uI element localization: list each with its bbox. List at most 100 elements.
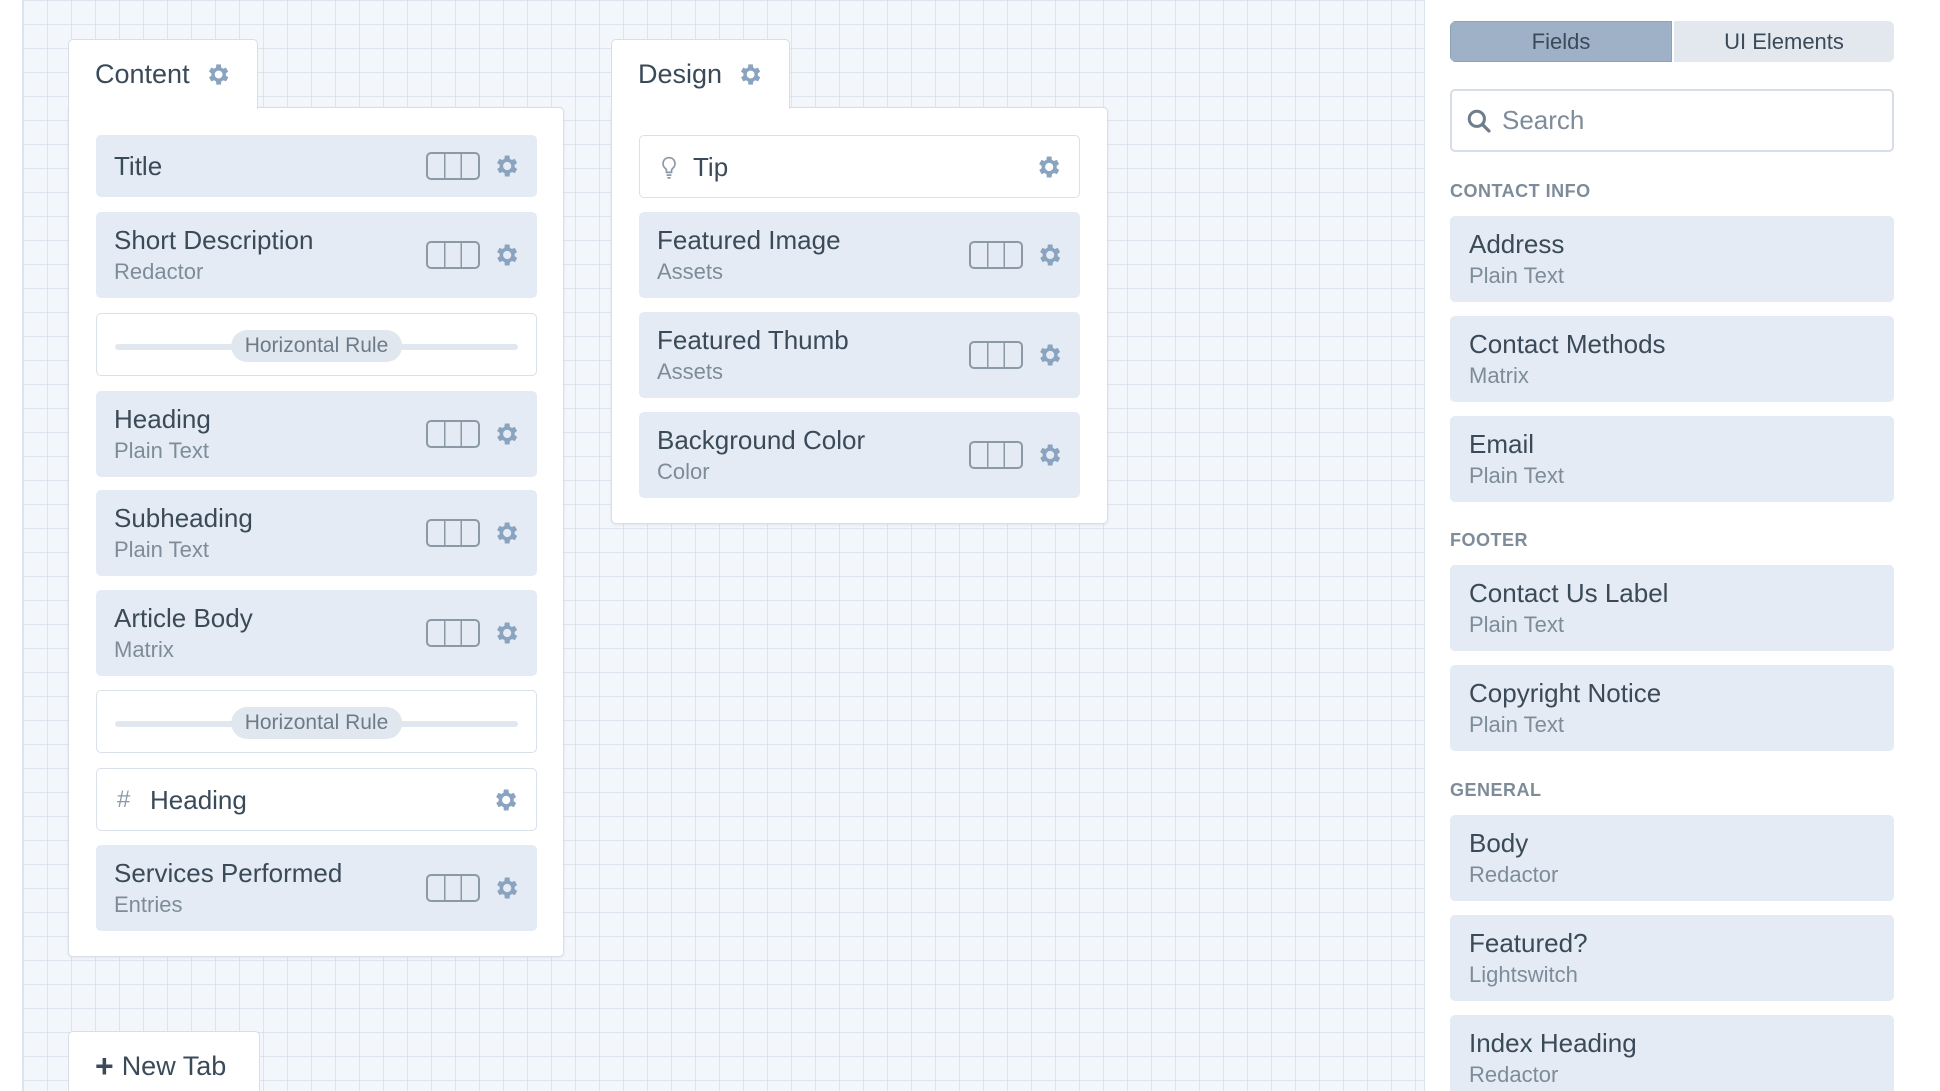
library-field-contact-us-label[interactable]: Contact Us Label Plain Text — [1450, 565, 1894, 651]
field-type: Lightswitch — [1469, 962, 1578, 987]
element-label: Horizontal Rule — [230, 330, 403, 362]
width-toggle[interactable] — [426, 241, 480, 269]
field-name: Title — [114, 151, 163, 181]
library-field-copyright-notice[interactable]: Copyright Notice Plain Text — [1450, 665, 1894, 751]
field-type: Redactor — [1469, 1062, 1559, 1087]
field-name: Featured Thumb — [657, 325, 849, 355]
field-type: Entries — [114, 892, 183, 917]
field-type: Redactor — [1469, 862, 1559, 887]
group-heading-general: GENERAL — [1450, 780, 1542, 800]
width-toggle[interactable] — [969, 441, 1023, 469]
field-name: Article Body — [114, 603, 253, 633]
width-toggle[interactable] — [426, 420, 480, 448]
field-type: Color — [657, 459, 710, 484]
segment-fields[interactable]: Fields — [1450, 21, 1672, 62]
field-type: Redactor — [114, 259, 204, 284]
segment-ui-elements[interactable]: UI Elements — [1672, 21, 1894, 62]
library-field-contact-methods[interactable]: Contact Methods Matrix — [1450, 316, 1894, 402]
field-type: Plain Text — [1469, 463, 1564, 488]
ui-element-heading[interactable]: # Heading — [96, 768, 537, 831]
field-name: Short Description — [114, 225, 314, 255]
library-field-body[interactable]: Body Redactor — [1450, 815, 1894, 901]
width-toggle[interactable] — [426, 619, 480, 647]
field-type: Plain Text — [114, 537, 209, 562]
tab-content[interactable]: Content — [68, 39, 258, 109]
library-field-email[interactable]: Email Plain Text — [1450, 416, 1894, 502]
element-name: Heading — [150, 785, 247, 815]
field-type: Plain Text — [1469, 712, 1564, 737]
tab-name: Content — [95, 59, 190, 89]
field-name: Email — [1469, 429, 1535, 459]
field-name: Subheading — [114, 503, 253, 533]
element-name: Tip — [693, 152, 729, 182]
search-input[interactable] — [1502, 105, 1882, 136]
group-heading-contact-info: CONTACT INFO — [1450, 181, 1591, 201]
tab-content-box: Title Short Description Redactor Horizon… — [68, 107, 564, 957]
field-name: Featured Image — [657, 225, 841, 255]
ui-element-horizontal-rule[interactable]: Horizontal Rule — [96, 313, 537, 376]
gear-icon[interactable] — [204, 61, 231, 88]
field-type: Plain Text — [1469, 263, 1564, 288]
field-name: Contact Methods — [1469, 329, 1666, 359]
gear-icon[interactable] — [492, 420, 520, 448]
field-services-performed[interactable]: Services Performed Entries — [96, 845, 537, 931]
width-toggle[interactable] — [426, 152, 480, 180]
element-label: Horizontal Rule — [230, 707, 403, 739]
field-name: Index Heading — [1469, 1028, 1637, 1058]
field-featured-image[interactable]: Featured Image Assets — [639, 212, 1080, 298]
field-type: Matrix — [114, 637, 174, 662]
new-tab-label: New Tab — [121, 1050, 227, 1081]
gear-icon[interactable] — [1035, 241, 1063, 269]
field-name: Background Color — [657, 425, 866, 455]
field-name: Contact Us Label — [1469, 578, 1669, 608]
field-article-body[interactable]: Article Body Matrix — [96, 590, 537, 676]
field-name: Body — [1469, 828, 1529, 858]
tab-name: Design — [638, 59, 723, 89]
field-type: Matrix — [1469, 363, 1529, 388]
field-type: Plain Text — [1469, 612, 1564, 637]
gear-icon[interactable] — [492, 874, 520, 902]
gear-icon[interactable] — [1035, 441, 1063, 469]
ui-element-horizontal-rule[interactable]: Horizontal Rule — [96, 690, 537, 753]
width-toggle[interactable] — [969, 241, 1023, 269]
ui-element-tip[interactable]: Tip — [639, 135, 1080, 198]
field-name: Heading — [114, 404, 211, 434]
field-type: Assets — [657, 259, 724, 284]
width-toggle[interactable] — [969, 341, 1023, 369]
plus-icon: + — [95, 1048, 114, 1084]
gear-icon[interactable] — [736, 61, 763, 88]
tab-design-box: Tip Featured Image Assets Featured Thumb… — [611, 107, 1108, 524]
group-heading-footer: FOOTER — [1450, 530, 1528, 550]
gear-icon[interactable] — [491, 786, 519, 814]
search-icon — [1467, 109, 1491, 133]
field-heading[interactable]: Heading Plain Text — [96, 391, 537, 477]
new-tab-button[interactable]: + New Tab — [68, 1031, 260, 1091]
field-short-description[interactable]: Short Description Redactor — [96, 212, 537, 298]
field-type: Plain Text — [114, 438, 209, 463]
width-toggle[interactable] — [426, 519, 480, 547]
gear-icon[interactable] — [1034, 153, 1062, 181]
search-box — [1450, 89, 1894, 152]
field-name: Services Performed — [114, 858, 343, 888]
field-subheading[interactable]: Subheading Plain Text — [96, 490, 537, 576]
lightbulb-icon — [662, 156, 676, 179]
gear-icon[interactable] — [492, 619, 520, 647]
width-toggle[interactable] — [426, 874, 480, 902]
library-field-featured[interactable]: Featured? Lightswitch — [1450, 915, 1894, 1001]
field-background-color[interactable]: Background Color Color — [639, 412, 1080, 498]
gear-icon[interactable] — [1035, 341, 1063, 369]
library-field-index-heading[interactable]: Index Heading Redactor — [1450, 1015, 1894, 1091]
library-field-address[interactable]: Address Plain Text — [1450, 216, 1894, 302]
gear-icon[interactable] — [492, 241, 520, 269]
field-name: Copyright Notice — [1469, 678, 1662, 708]
library-segmented-control: Fields UI Elements — [1450, 21, 1894, 62]
tab-design[interactable]: Design — [611, 39, 791, 109]
field-title[interactable]: Title — [96, 135, 537, 197]
gear-icon[interactable] — [492, 152, 520, 180]
gear-icon[interactable] — [492, 519, 520, 547]
field-name: Address — [1469, 229, 1565, 259]
field-name: Featured? — [1469, 928, 1588, 958]
field-library-sidebar: Fields UI Elements CONTACT INFO Address … — [1426, 0, 1940, 1091]
field-type: Assets — [657, 359, 724, 384]
field-featured-thumb[interactable]: Featured Thumb Assets — [639, 312, 1080, 398]
